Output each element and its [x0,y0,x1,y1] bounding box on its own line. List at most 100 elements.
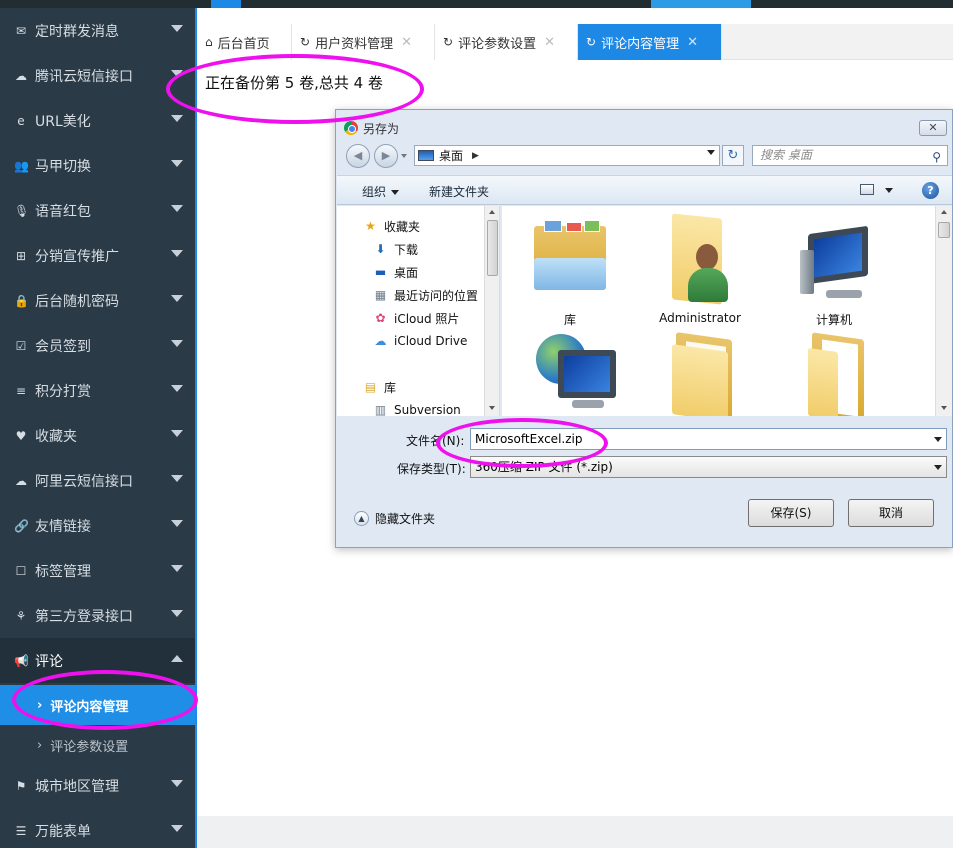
filetype-label: 保存类型(T): [397,462,466,476]
filename-input[interactable]: MicrosoftExcel.zip [470,428,947,450]
save-as-dialog: 另存为 ✕ ◀ ▶ 桌面 ▶ ↻ 搜索 桌面 ⚲ 组织 新建文件夹 ? ★ 收藏… [335,109,953,548]
close-icon[interactable]: ✕ [544,35,555,50]
sidebar-item-city-region[interactable]: ⚑ 城市地区管理 [0,763,195,808]
nav-item-downloads[interactable]: ⬇ 下载 [373,239,418,259]
scroll-down-icon[interactable] [489,406,495,410]
tab-comment-content[interactable]: ↻ 评论内容管理 ✕ [578,24,722,60]
sidebar-item-aliyun-sms[interactable]: ☁ 阿里云短信接口 [0,458,195,503]
refresh-button[interactable]: ↻ [722,145,744,166]
sidebar-item-friend-links[interactable]: 🔗 友情链接 [0,503,195,548]
sidebar-item-comments[interactable]: 📢 评论 [0,638,195,683]
chevron-right-icon: › [37,697,43,713]
refresh-icon: ↻ [586,35,597,49]
tab-user-profile[interactable]: ↻ 用户资料管理 ✕ [292,24,435,60]
tab-label: 评论内容管理 [601,36,680,52]
command-bar: 组织 新建文件夹 ? [337,175,952,205]
close-icon[interactable]: ✕ [401,35,412,50]
address-dropdown-icon[interactable] [707,150,715,155]
view-icon[interactable] [860,184,874,195]
sidebar-item-favorites[interactable]: ♥ 收藏夹 [0,413,195,458]
cloud-message-icon: ☁ [15,68,27,83]
file-item-folder[interactable] [640,328,760,416]
scroll-thumb[interactable] [938,222,950,238]
scroll-thumb[interactable] [487,220,498,276]
sidebar-subitem-comment-settings[interactable]: › 评论参数设置 [0,725,195,765]
filename-dropdown-icon[interactable] [934,437,942,442]
sitemap-icon: ⊞ [15,248,27,263]
back-button[interactable]: ◀ [346,144,370,168]
sidebar-item-distribution[interactable]: ⊞ 分销宣传推广 [0,233,195,278]
sidebar-item-universal-form[interactable]: ☰ 万能表单 [0,808,195,848]
tab-comment-settings[interactable]: ↻ 评论参数设置 ✕ [435,24,578,60]
tab-home[interactable]: ⌂ 后台首页 [197,24,292,60]
history-dropdown-icon[interactable] [401,154,407,158]
close-icon[interactable]: ✕ [687,35,698,50]
sidebar-item-voice-redpacket[interactable]: 🎙 语音红包 [0,188,195,233]
link-icon: 🔗 [14,518,29,533]
nav-scrollbar[interactable] [484,206,499,416]
dialog-title-bar: 另存为 [344,118,399,138]
sidebar-item-tag-management[interactable]: ☐ 标签管理 [0,548,195,593]
breadcrumb-arrow-icon[interactable]: ▶ [472,151,479,161]
nav-item-favorites[interactable]: ★ 收藏夹 [363,216,420,236]
sidebar-item-label: URL美化 [35,113,91,130]
nav-item-label: Subversion [394,403,461,416]
nav-item-label: 最近访问的位置 [394,288,479,303]
chevron-down-icon [391,190,400,195]
file-item-library[interactable]: 库 [510,214,630,328]
address-bar[interactable]: 桌面 ▶ [414,145,720,166]
nav-item-recent-places[interactable]: ▦ 最近访问的位置 [373,285,478,305]
view-dropdown-icon[interactable] [885,188,893,193]
sidebar-item-points-reward[interactable]: ≡ 积分打赏 [0,368,195,413]
organize-button[interactable]: 组织 [362,183,400,200]
icloud-drive-icon: ☁ [374,333,387,348]
sidebar-item-url-beautify[interactable]: e URL美化 [0,98,195,143]
help-icon[interactable]: ? [922,182,939,199]
hide-folders-toggle[interactable]: ▲ 隐藏文件夹 [354,510,435,527]
sidebar-item-account-switch[interactable]: 👥 马甲切换 [0,143,195,188]
search-icon[interactable]: ⚲ [932,148,941,167]
dialog-title: 另存为 [363,121,400,136]
chevron-down-icon [171,250,183,257]
sidebar-item-label: 阿里云短信接口 [35,473,133,490]
header-active-menu[interactable] [651,0,751,8]
file-item-administrator[interactable]: Administrator [640,213,760,325]
sidebar-item-tencent-sms[interactable]: ☁ 腾讯云短信接口 [0,53,195,98]
new-folder-button[interactable]: 新建文件夹 [429,183,489,200]
filetype-select[interactable]: 360压缩 ZIP 文件 (*.zip) [470,456,947,478]
dialog-close-button[interactable]: ✕ [919,120,947,136]
sidebar-item-scheduled-messages[interactable]: ✉ 定时群发消息 [0,8,195,53]
nav-item-subversion[interactable]: ▥ Subversion [373,400,461,416]
file-scrollbar[interactable] [935,206,952,416]
forward-button[interactable]: ▶ [374,144,398,168]
sidebar: ✉ 定时群发消息 ☁ 腾讯云短信接口 e URL美化 👥 马甲切换 🎙 语音红包… [0,8,195,848]
cancel-button[interactable]: 取消 [848,499,934,527]
users-icon: 👥 [14,158,29,173]
save-button[interactable]: 保存(S) [748,499,834,527]
sidebar-subitem-comment-content[interactable]: › 评论内容管理 [0,685,195,725]
scroll-up-icon[interactable] [489,210,495,214]
filetype-dropdown-icon[interactable] [934,465,942,470]
sidebar-item-member-checkin[interactable]: ☑ 会员签到 [0,323,195,368]
nav-item-library[interactable]: ▤ 库 [363,377,396,397]
chevron-down-icon [171,205,183,212]
file-item-network[interactable] [510,328,630,416]
file-item-computer[interactable]: 计算机 [774,214,894,328]
handshake-icon: ⚘ [15,608,27,623]
nav-item-desktop[interactable]: ▬ 桌面 [373,262,418,282]
microphone-icon: 🎙 [14,203,30,218]
sidebar-item-label: 标签管理 [35,563,91,580]
nav-item-icloud-photos[interactable]: ✿ iCloud 照片 [373,308,459,328]
chevron-up-icon: ▲ [354,511,369,526]
scroll-down-icon[interactable] [941,406,947,410]
file-item-folder[interactable] [774,328,894,416]
chevron-down-icon [171,610,183,617]
scroll-up-icon[interactable] [941,210,947,214]
sidebar-item-third-party-login[interactable]: ⚘ 第三方登录接口 [0,593,195,638]
sidebar-item-label: 马甲切换 [35,158,91,175]
envelope-icon: ✉ [15,23,27,38]
search-input[interactable]: 搜索 桌面 ⚲ [752,145,948,166]
sidebar-item-label: 腾讯云短信接口 [35,68,133,85]
nav-item-icloud-drive[interactable]: ☁ iCloud Drive [373,331,468,351]
sidebar-item-random-password[interactable]: 🔒 后台随机密码 [0,278,195,323]
